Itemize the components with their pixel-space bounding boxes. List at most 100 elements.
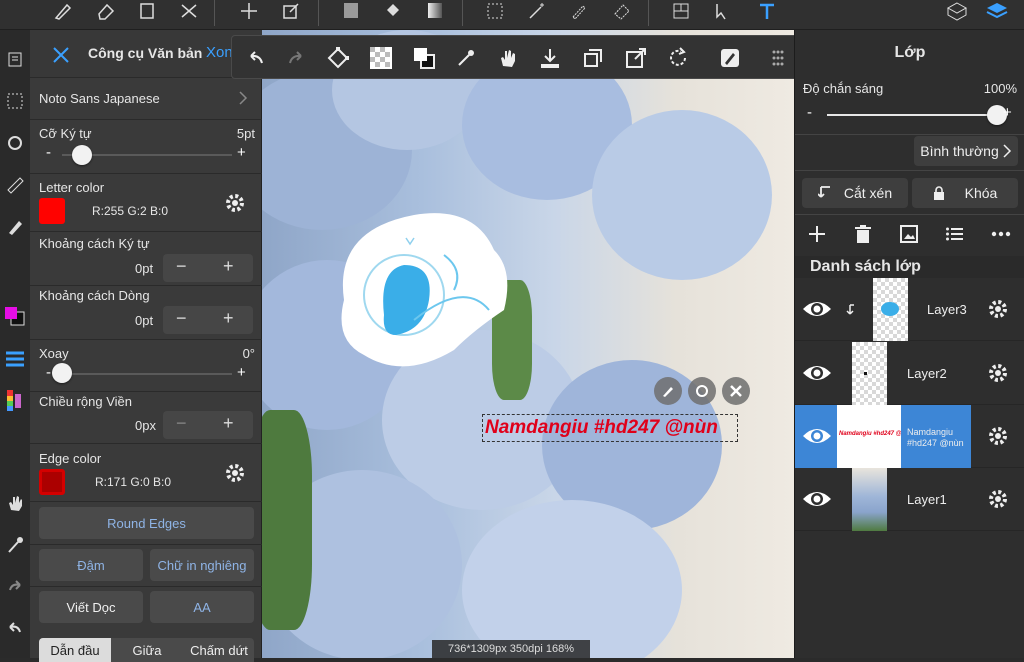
eyedropper-icon[interactable]	[450, 42, 482, 74]
pen-icon[interactable]	[0, 212, 30, 242]
transform-icon[interactable]	[174, 0, 204, 22]
close-icon[interactable]	[48, 42, 74, 68]
fill-color-icon[interactable]	[336, 0, 366, 22]
copy-icon[interactable]	[577, 42, 609, 74]
gear-icon[interactable]	[986, 424, 1010, 448]
line-spacing-stepper[interactable]: − +	[163, 306, 253, 334]
blend-mode-label: Bình thường	[920, 143, 999, 159]
rotation-slider[interactable]	[62, 373, 232, 375]
layer-row[interactable]: Layer2	[795, 342, 1024, 405]
hand-icon[interactable]	[0, 488, 30, 518]
edge-width-stepper[interactable]: − +	[163, 411, 253, 439]
layer-image-icon[interactable]	[897, 222, 921, 246]
color-swatch-icon[interactable]	[0, 300, 30, 330]
align-trailing-tab[interactable]: Chấm dứt	[183, 638, 254, 662]
done-button[interactable]: Xon	[206, 44, 233, 61]
more-options-icon[interactable]	[989, 222, 1013, 246]
italic-button[interactable]: Chữ in nghiêng	[150, 549, 254, 581]
text-tool-icon[interactable]	[752, 0, 782, 22]
vertical-text-button[interactable]: Viết Dọc	[39, 591, 143, 623]
rotation-slider-knob[interactable]	[52, 363, 72, 383]
select-rect-icon[interactable]	[480, 0, 510, 22]
letter-color-row: Letter color R:255 G:2 B:0	[30, 174, 262, 232]
layer-panel-title: Lớp	[894, 44, 926, 61]
frame-divide-icon[interactable]	[666, 0, 696, 22]
materials-icon[interactable]	[942, 0, 972, 22]
bucket-icon[interactable]	[378, 0, 408, 22]
gear-icon[interactable]	[223, 461, 247, 485]
selection-tool-icon[interactable]	[0, 86, 30, 116]
ruler-icon[interactable]	[0, 170, 30, 200]
download-icon[interactable]	[534, 42, 566, 74]
eye-icon[interactable]	[802, 362, 832, 384]
text-settings-icon[interactable]	[688, 377, 716, 405]
clipping-button[interactable]: Cắt xén	[802, 178, 908, 208]
font-size-slider-knob[interactable]	[72, 145, 93, 165]
canvas[interactable]: Namdangiu #hd247 @nùn	[262, 30, 794, 658]
align-center-tab[interactable]: Giữa	[111, 638, 183, 662]
undo-icon[interactable]	[240, 42, 272, 74]
decrease-button[interactable]: -	[807, 104, 812, 121]
eraser-icon[interactable]	[90, 0, 120, 22]
letter-color-swatch[interactable]	[39, 198, 65, 224]
layers-icon[interactable]	[982, 0, 1012, 22]
open-external-icon[interactable]	[620, 42, 652, 74]
increase-button[interactable]: +	[237, 144, 246, 161]
anti-alias-button[interactable]: AA	[150, 591, 254, 623]
eye-icon[interactable]	[802, 488, 832, 510]
layer-row-selected[interactable]: Namdangiu #hd247 @nùn Namdangiu #hd247 @…	[795, 405, 1024, 468]
brush-icon[interactable]	[48, 0, 78, 22]
edge-color-swatch[interactable]	[39, 469, 65, 495]
undo-icon[interactable]	[0, 614, 30, 644]
rotate-icon[interactable]	[662, 42, 694, 74]
edit-text-icon[interactable]	[654, 377, 682, 405]
eye-icon[interactable]	[802, 298, 832, 320]
transform-handles-icon[interactable]	[322, 42, 354, 74]
lock-button[interactable]: Khóa	[912, 178, 1018, 208]
increase-button[interactable]: +	[237, 364, 246, 381]
redo-icon[interactable]	[0, 572, 30, 602]
move-icon[interactable]	[234, 0, 264, 22]
add-layer-icon[interactable]	[805, 222, 829, 246]
eyedropper-icon[interactable]	[0, 530, 30, 560]
operation-icon[interactable]	[708, 0, 738, 22]
brush-list-icon[interactable]	[0, 344, 30, 374]
delete-text-icon[interactable]	[722, 377, 750, 405]
font-selector[interactable]: Noto Sans Japanese	[30, 78, 262, 120]
gear-icon[interactable]	[986, 487, 1010, 511]
magic-wand-icon[interactable]	[522, 0, 552, 22]
export-icon[interactable]	[276, 0, 306, 22]
blend-mode-button[interactable]: Bình thường	[914, 136, 1018, 166]
trash-icon[interactable]	[851, 222, 875, 246]
align-leading-tab[interactable]: Dẫn đầu	[39, 638, 111, 662]
layer-row[interactable]: Layer3	[795, 278, 1024, 341]
decrease-button[interactable]: -	[46, 144, 51, 161]
bold-button[interactable]: Đậm	[39, 549, 143, 581]
redo-icon[interactable]	[280, 42, 312, 74]
decrease-button[interactable]: -	[46, 364, 51, 381]
gear-icon[interactable]	[223, 191, 247, 215]
eye-icon[interactable]	[802, 425, 832, 447]
select-pen-icon[interactable]	[564, 0, 594, 22]
hand-icon[interactable]	[492, 42, 524, 74]
color-palette-icon[interactable]	[0, 386, 30, 416]
gear-icon[interactable]	[986, 297, 1010, 321]
char-spacing-stepper[interactable]: − +	[163, 254, 253, 282]
round-edges-button[interactable]: Round Edges	[39, 507, 254, 539]
layer-list-icon[interactable]	[943, 222, 967, 246]
more-grid-icon[interactable]	[762, 42, 794, 74]
layer-row[interactable]: Layer1	[795, 468, 1024, 531]
gradient-icon[interactable]	[420, 0, 450, 22]
increase-button[interactable]: +	[1003, 104, 1012, 121]
object-icon[interactable]	[132, 0, 162, 22]
opacity-slider[interactable]	[827, 114, 997, 116]
pages-icon[interactable]	[0, 44, 30, 74]
text-object-frame[interactable]: Namdangiu #hd247 @nùn	[482, 414, 738, 442]
transparency-icon[interactable]	[365, 42, 397, 74]
edge-width-label: Chiều rộng Viền	[39, 394, 132, 409]
edit-mode-icon[interactable]	[714, 42, 746, 74]
gear-icon[interactable]	[986, 361, 1010, 385]
rotate-canvas-icon[interactable]	[0, 128, 30, 158]
select-eraser-icon[interactable]	[606, 0, 636, 22]
color-swap-icon[interactable]	[408, 42, 440, 74]
